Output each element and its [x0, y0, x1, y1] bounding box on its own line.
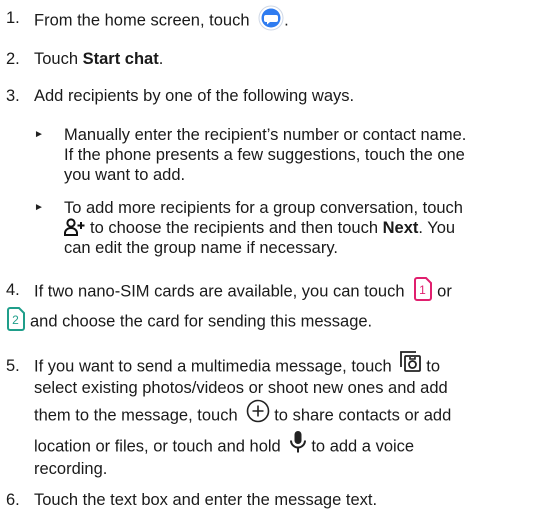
step-number: 4. [6, 281, 20, 299]
step-text: Add recipients by one of the following w… [34, 87, 355, 105]
bullet-item-1: ► Manually enter the recipient’s number … [34, 125, 550, 185]
step-text: From the home screen, touch [34, 11, 250, 30]
step-text: Touch the text box and enter the message… [34, 491, 378, 509]
step-number: 5. [6, 357, 20, 375]
step-number: 6. [6, 491, 20, 509]
step-text: If you want to send a multimedia message… [34, 357, 392, 376]
step-2: 2. Touch Start chat. [6, 49, 550, 69]
add-circle-icon [246, 399, 270, 423]
start-chat-label: Start chat [82, 50, 159, 68]
bullet-line: to choose the recipients and then touch [90, 219, 383, 237]
step-number: 3. [6, 87, 20, 105]
messages-app-icon [258, 5, 284, 31]
step-text-end: . [284, 11, 289, 30]
step-text: recording. [34, 460, 108, 478]
instructions-page: 1. From the home screen, touch . 2. Touc… [0, 0, 556, 516]
bullet-line: can edit the group name if necessary. [64, 239, 338, 257]
step-text-end: . [158, 50, 164, 68]
step-3: 3. Add recipients by one of the followin… [6, 86, 550, 106]
next-label: Next [382, 219, 419, 237]
bullet-item-2: ► To add more recipients for a group con… [34, 198, 550, 258]
step-1: 1. From the home screen, touch . [6, 5, 550, 34]
step-text: select existing photos/videos or shoot n… [34, 379, 448, 397]
step-text: them to the message, touch [34, 406, 238, 425]
step-text: Touch [34, 50, 83, 68]
bullet-marker: ► [34, 202, 44, 213]
mic-icon [289, 430, 307, 454]
sim2-number: 2 [12, 313, 19, 327]
step-number: 2. [6, 50, 20, 68]
sim1-number: 1 [419, 283, 426, 297]
step-text: location or files, or touch and hold [34, 437, 281, 456]
bullet-line: If the phone presents a few suggestions,… [64, 146, 465, 164]
bullet-line: you want to add. [64, 166, 186, 184]
add-contact-icon [64, 218, 86, 236]
step-6: 6. Touch the text box and enter the mess… [6, 490, 550, 510]
step-text: and choose the card for sending this mes… [30, 312, 373, 331]
sim1-icon: 1 [413, 277, 433, 301]
sim2-icon: 2 [6, 307, 26, 331]
step-text: If two nano-SIM cards are available, you… [34, 282, 405, 301]
gallery-icon [400, 351, 422, 373]
bullet-line: Manually enter the recipient’s number or… [64, 126, 467, 144]
step-4: 4. If two nano-SIM cards are available, … [6, 277, 550, 334]
bullet-marker: ► [34, 129, 44, 140]
step-number: 1. [6, 9, 20, 27]
bullet-line: To add more recipients for a group conve… [64, 199, 463, 217]
step-5: 5. If you want to send a multimedia mess… [6, 351, 550, 479]
